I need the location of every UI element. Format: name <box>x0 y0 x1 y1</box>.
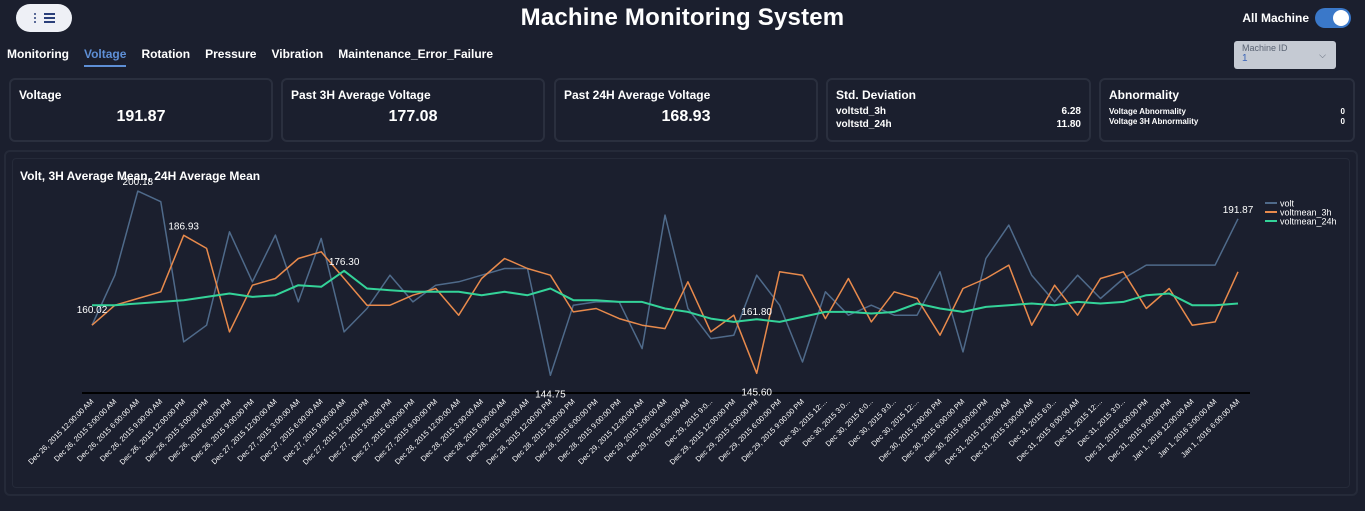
series-line-volt <box>91 190 1239 377</box>
data-label: 191.87 <box>1223 205 1254 216</box>
data-label: 200.18 <box>123 177 154 188</box>
data-label: 160.02 <box>77 305 108 316</box>
legend-label-voltmean-24h: voltmean_24h <box>1280 217 1337 227</box>
data-label: 161.80 <box>741 307 772 318</box>
voltage-line-chart: 160.02 200.18 186.93 176.30 144.75 145.60 161.… <box>26 177 1337 466</box>
data-label: 186.93 <box>168 221 199 232</box>
series-line-voltmean-24h <box>92 269 1239 323</box>
data-label: 145.60 <box>741 387 772 398</box>
data-label: 176.30 <box>329 257 360 268</box>
data-label: 144.75 <box>535 389 566 400</box>
